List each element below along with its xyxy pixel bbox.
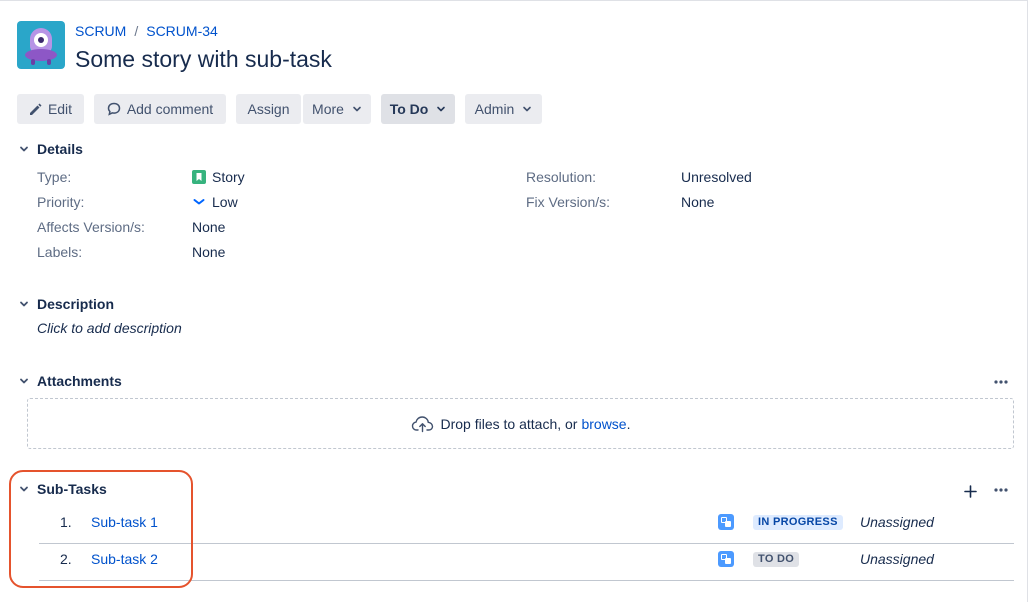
browse-link[interactable]: browse [581, 416, 626, 432]
details-heading: Details [37, 141, 83, 157]
add-comment-button[interactable]: Add comment [94, 94, 226, 124]
breadcrumb-project-link[interactable]: SCRUM [75, 23, 126, 39]
type-label: Type: [37, 169, 72, 185]
more-button[interactable]: More [303, 94, 371, 124]
assign-button[interactable]: Assign [236, 94, 301, 124]
resolution-label: Resolution: [526, 169, 597, 185]
description-section-toggle[interactable]: Description [17, 294, 114, 314]
bookmark-story-icon [192, 170, 206, 184]
affects-version-value: None [192, 219, 226, 235]
project-avatar-icon[interactable] [17, 21, 65, 69]
top-border [0, 0, 1028, 1]
page-title[interactable]: Some story with sub-task [75, 44, 332, 74]
status-lozenge[interactable]: IN PROGRESS [753, 515, 843, 530]
status-lozenge[interactable]: TO DO [753, 552, 800, 567]
attachments-heading: Attachments [37, 373, 122, 389]
edit-button-label: Edit [47, 101, 73, 117]
priority-label: Priority: [37, 194, 85, 210]
chevron-down-low-icon [192, 195, 206, 209]
priority-value-text: Low [212, 194, 238, 210]
subtask-number: 1. [60, 514, 72, 530]
admin-button-label: Admin [474, 101, 515, 117]
subtask-link[interactable]: Sub-task 1 [91, 514, 158, 530]
status-button-label: To Do [389, 101, 429, 117]
affects-version-label: Affects Version/s: [37, 219, 145, 235]
breadcrumb-issue-link[interactable]: SCRUM-34 [146, 23, 218, 39]
priority-value: Low [192, 194, 238, 210]
admin-button[interactable]: Admin [465, 94, 542, 124]
subtask-icon [718, 551, 734, 567]
status-to-do-button[interactable]: To Do [381, 94, 455, 124]
type-value: Story [192, 169, 245, 185]
subtask-row: 1. Sub-task 1 IN PROGRESS Unassigned [39, 504, 1014, 544]
more-button-label: More [312, 101, 344, 117]
add-comment-button-label: Add comment [126, 101, 214, 117]
chevron-down-icon [17, 142, 31, 156]
attachments-section-toggle[interactable]: Attachments [17, 371, 122, 391]
cloud-upload-icon [411, 415, 435, 433]
labels-value[interactable]: None [192, 244, 225, 260]
details-section-toggle[interactable]: Details [17, 139, 83, 159]
subtask-number: 2. [60, 551, 72, 567]
chevron-down-icon [352, 104, 362, 114]
chevron-down-icon [17, 374, 31, 388]
attachments-more-icon[interactable] [993, 374, 1009, 390]
comment-bubble-icon [107, 102, 121, 116]
assign-button-label: Assign [247, 101, 290, 117]
labels-label: Labels: [37, 244, 83, 260]
subtask-assignee: Unassigned [860, 514, 934, 530]
fix-version-label: Fix Version/s: [526, 194, 611, 210]
resolution-value: Unresolved [681, 169, 752, 185]
breadcrumb-separator: / [134, 23, 139, 39]
attachment-dropzone[interactable]: Drop files to attach, or browse . [27, 398, 1014, 449]
subtask-link[interactable]: Sub-task 2 [91, 551, 158, 567]
chevron-down-icon [17, 297, 31, 311]
description-heading: Description [37, 296, 115, 312]
subtasks-heading: Sub-Tasks [37, 481, 107, 497]
subtask-row: 2. Sub-task 2 TO DO Unassigned [39, 544, 1014, 581]
edit-button[interactable]: Edit [17, 94, 84, 124]
breadcrumb: SCRUM / SCRUM-34 [75, 22, 218, 40]
description-placeholder[interactable]: Click to add description [37, 320, 182, 336]
type-value-text: Story [212, 169, 245, 185]
subtasks-more-icon[interactable] [993, 482, 1009, 498]
subtask-assignee: Unassigned [860, 551, 934, 567]
chevron-down-icon [17, 482, 31, 496]
subtask-icon [718, 514, 734, 530]
dropzone-text: Drop files to attach, or [440, 415, 578, 432]
pencil-icon [29, 103, 42, 116]
chevron-down-icon [522, 104, 532, 114]
fix-version-value: None [681, 194, 715, 210]
dropzone-suffix: . [626, 415, 631, 432]
subtasks-section-toggle[interactable]: Sub-Tasks [17, 479, 107, 499]
add-subtask-icon[interactable] [962, 483, 978, 499]
chevron-down-icon [436, 104, 446, 114]
